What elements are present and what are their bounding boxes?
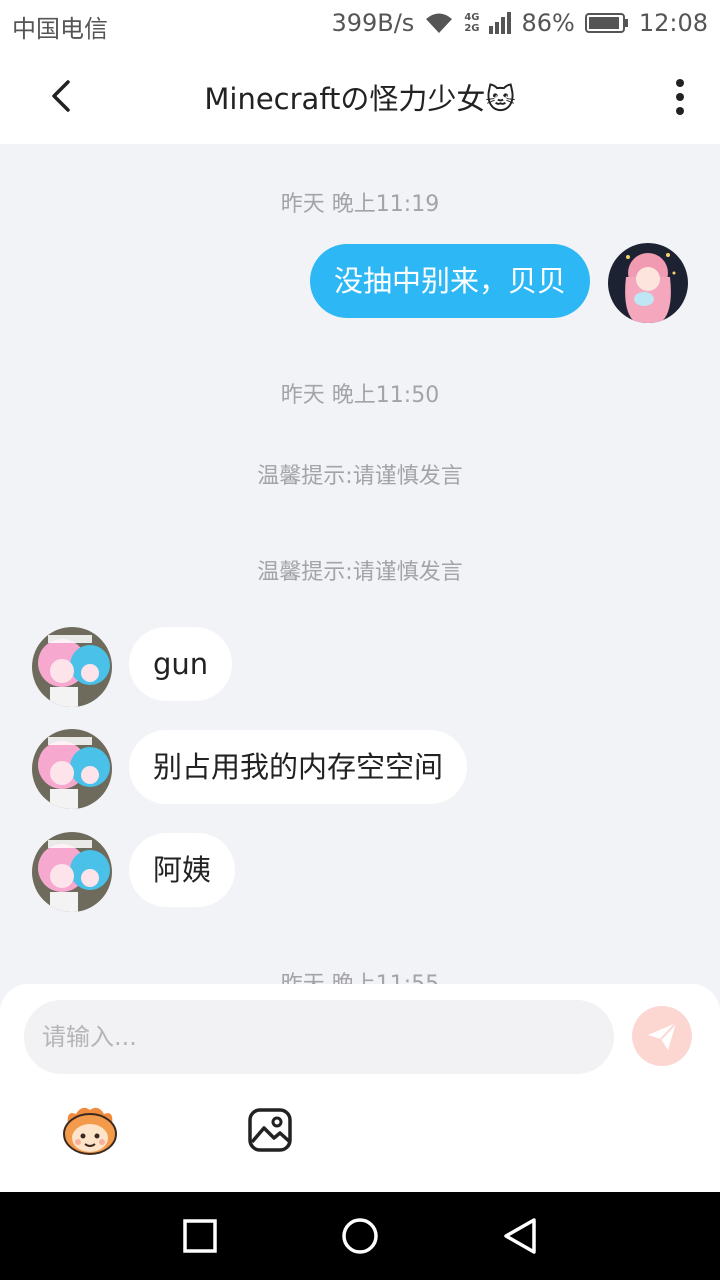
system-hint: 温馨提示:请谨慎发言 <box>257 464 463 489</box>
system-nav-bar <box>0 1192 720 1280</box>
status-bar: 中国电信 399B/s 4G 2G 86% 12:08 <box>0 0 720 48</box>
incoming-message-bubble[interactable]: 阿姨 <box>129 833 236 907</box>
more-vertical-icon[interactable] <box>674 78 686 116</box>
back-icon[interactable] <box>498 1214 542 1258</box>
net-speed: 399B/s <box>331 9 415 37</box>
recent-apps-icon[interactable] <box>178 1214 222 1258</box>
battery-percent: 86% <box>521 9 575 37</box>
net-type-2g: 2G <box>464 23 480 34</box>
battery-icon <box>584 13 628 33</box>
status-indicators: 399B/s 4G 2G 86% 12:08 <box>331 9 708 37</box>
contact-avatar[interactable] <box>32 627 112 707</box>
net-type-4g: 4G <box>464 12 480 23</box>
clock: 12:08 <box>638 9 708 37</box>
contact-avatar[interactable] <box>32 832 112 912</box>
message-list[interactable]: 昨天 晚上11:19 没抽中别来，贝贝 昨天 晚上11:50 温馨提示:请谨慎发… <box>0 144 720 984</box>
signal-icon <box>489 12 512 34</box>
send-button[interactable] <box>632 1006 692 1066</box>
message-timestamp: 昨天 晚上11:19 <box>280 192 440 217</box>
network-type-badge: 4G 2G <box>464 12 479 34</box>
wifi-icon <box>426 13 453 33</box>
carrier-label: 中国电信 <box>12 15 108 43</box>
image-icon[interactable] <box>246 1106 294 1154</box>
home-icon[interactable] <box>338 1214 382 1258</box>
avatar-anime-duo-icon <box>32 729 112 809</box>
avatar-anime-duo-icon <box>32 832 112 912</box>
emoji-mascot-icon[interactable] <box>58 1102 122 1158</box>
paper-plane-icon <box>648 1022 677 1050</box>
message-composer <box>0 984 720 1192</box>
chat-header: Minecraftの怪力少女🐱 <box>0 48 720 144</box>
message-timestamp: 昨天 晚上11:55 <box>0 966 720 984</box>
system-hint: 温馨提示:请谨慎发言 <box>257 560 463 585</box>
incoming-message-bubble[interactable]: 别占用我的内存空空间 <box>129 730 468 804</box>
incoming-message-bubble[interactable]: gun <box>129 627 233 701</box>
avatar-girl-icon <box>608 243 688 323</box>
avatar-anime-duo-icon <box>32 627 112 707</box>
chat-title: Minecraftの怪力少女🐱 <box>204 82 516 116</box>
message-timestamp: 昨天 晚上11:50 <box>280 383 440 408</box>
my-avatar[interactable] <box>608 243 688 323</box>
outgoing-message-bubble[interactable]: 没抽中别来，贝贝 <box>309 244 590 318</box>
message-input[interactable] <box>24 1000 614 1074</box>
contact-avatar[interactable] <box>32 729 112 809</box>
